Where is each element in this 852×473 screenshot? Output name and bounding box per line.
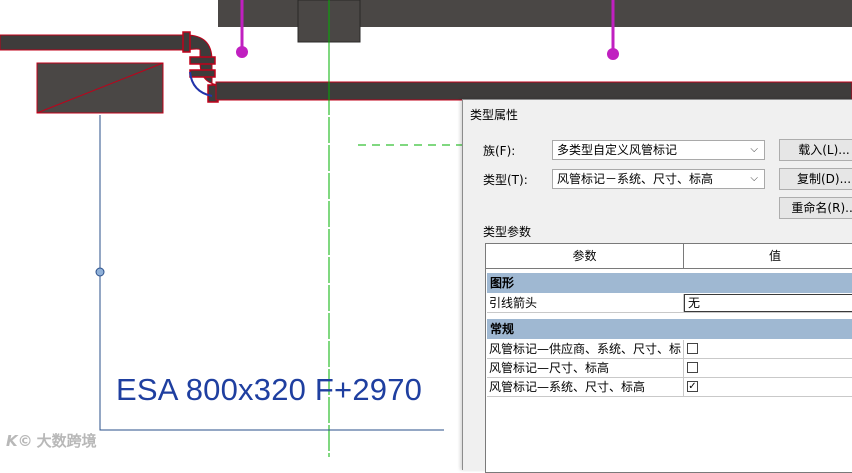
rename-button[interactable]: 重命名(R)... bbox=[779, 197, 852, 219]
param-name: 风管标记—供应商、系统、尺寸、标 bbox=[489, 340, 684, 358]
type-label: 类型(T): bbox=[483, 173, 528, 187]
watermark-text: 大数跨境 bbox=[36, 432, 97, 450]
duct-tag-label[interactable]: ESA 800x320 F+2970 bbox=[116, 372, 422, 408]
group-graphics[interactable]: 图形 bbox=[487, 273, 852, 293]
hanger-node-right[interactable] bbox=[607, 48, 619, 60]
duplicate-button[interactable]: 复制(D)... bbox=[779, 168, 852, 190]
column-header-param[interactable]: 参数 bbox=[486, 244, 684, 269]
param-value-input[interactable]: 无 bbox=[684, 294, 852, 312]
param-checkbox-checked[interactable]: ✓ bbox=[687, 381, 698, 392]
hanger-node-left[interactable] bbox=[236, 46, 248, 58]
param-row[interactable]: 风管标记—系统、尺寸、标高 ✓ bbox=[487, 378, 852, 397]
type-parameters-label: 类型参数 bbox=[483, 225, 532, 239]
param-name: 风管标记—尺寸、标高 bbox=[489, 359, 684, 377]
type-select[interactable]: 风管标记－系统、尺寸、标高 ⌵ bbox=[552, 169, 765, 189]
group-general[interactable]: 常规 bbox=[487, 319, 852, 339]
load-button[interactable]: 载入(L)... bbox=[779, 139, 852, 161]
family-label: 族(F): bbox=[483, 144, 516, 158]
param-row[interactable]: 引线箭头 无 bbox=[487, 294, 852, 313]
chevron-down-icon: ⌵ bbox=[750, 173, 758, 184]
param-row[interactable]: 风管标记—供应商、系统、尺寸、标 bbox=[487, 340, 852, 359]
column-header-value[interactable]: 值 bbox=[684, 244, 852, 269]
watermark-logo: K© bbox=[6, 432, 33, 450]
horizontal-duct-left[interactable] bbox=[0, 34, 187, 51]
type-properties-dialog: 类型属性 族(F): 多类型自定义风管标记 ⌵ 载入(L)... 类型(T): … bbox=[462, 99, 852, 473]
chevron-down-icon: ⌵ bbox=[750, 144, 758, 155]
param-row[interactable]: 风管标记—尺寸、标高 bbox=[487, 359, 852, 378]
param-name: 引线箭头 bbox=[489, 294, 684, 312]
family-select-value: 多类型自定义风管标记 bbox=[557, 143, 678, 157]
watermark: K© 大数跨境 bbox=[6, 430, 97, 451]
param-name: 风管标记—系统、尺寸、标高 bbox=[489, 378, 684, 396]
type-select-value: 风管标记－系统、尺寸、标高 bbox=[557, 172, 714, 186]
type-parameters-grid[interactable]: 参数 值 图形 引线箭头 无 常规 风管标记—供应商、系统、尺寸、标 风管标记—… bbox=[485, 243, 852, 473]
family-select[interactable]: 多类型自定义风管标记 ⌵ bbox=[552, 140, 765, 160]
param-checkbox[interactable] bbox=[687, 343, 698, 354]
dialog-title: 类型属性 bbox=[470, 108, 519, 122]
param-checkbox[interactable] bbox=[687, 362, 698, 373]
leader-grip[interactable] bbox=[95, 267, 105, 277]
horizontal-duct-right[interactable] bbox=[215, 81, 852, 101]
